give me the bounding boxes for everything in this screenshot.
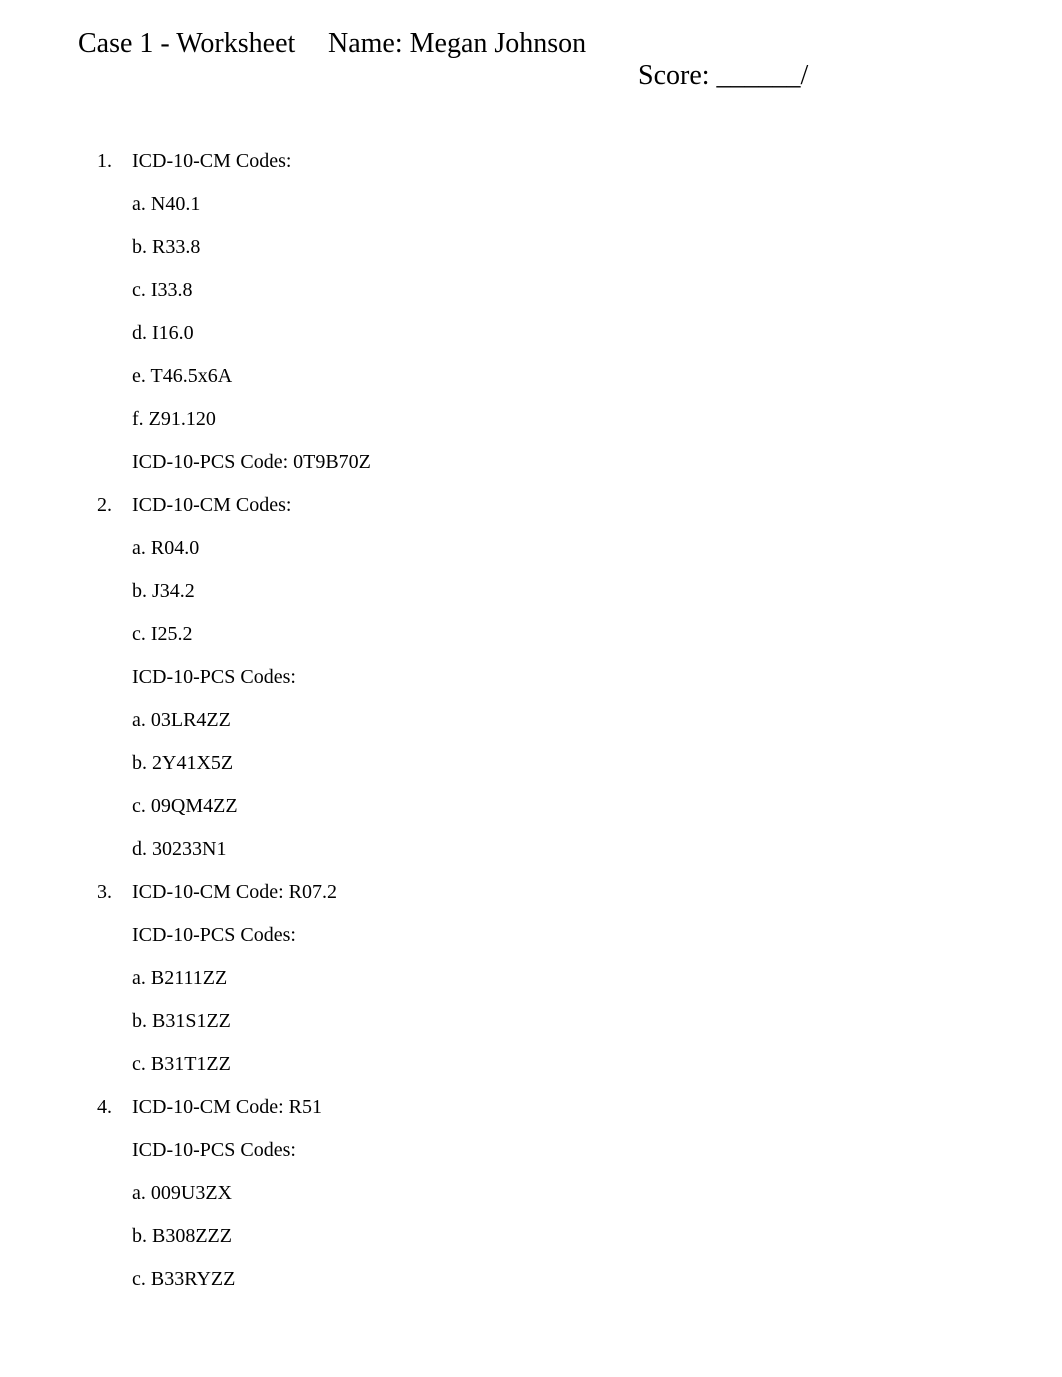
question-list: 1. ICD-10-CM Codes: a. N40.1 b. R33.8 c.… bbox=[78, 150, 1062, 1291]
list-item: ICD-10-PCS Code: 0T9B70Z bbox=[132, 451, 1062, 474]
list-item: b. B31S1ZZ bbox=[132, 1010, 1062, 1033]
list-item: b. J34.2 bbox=[132, 580, 1062, 603]
sub-list: ICD-10-PCS Codes: a. B2111ZZ b. B31S1ZZ … bbox=[78, 924, 1062, 1076]
question-1: 1. ICD-10-CM Codes: a. N40.1 b. R33.8 c.… bbox=[78, 150, 1062, 474]
list-item: a. 009U3ZX bbox=[132, 1182, 1062, 1205]
list-item: e. T46.5x6A bbox=[132, 365, 1062, 388]
list-item: d. I16.0 bbox=[132, 322, 1062, 345]
list-item: b. R33.8 bbox=[132, 236, 1062, 259]
list-item: a. 03LR4ZZ bbox=[132, 709, 1062, 732]
list-item: b. B308ZZZ bbox=[132, 1225, 1062, 1248]
question-3: 3. ICD-10-CM Code: R07.2 ICD-10-PCS Code… bbox=[78, 881, 1062, 1076]
list-item: ICD-10-PCS Codes: bbox=[132, 924, 1062, 947]
header-score-suffix: / bbox=[801, 60, 809, 91]
list-item: a. N40.1 bbox=[132, 193, 1062, 216]
list-item: d. 30233N1 bbox=[132, 838, 1062, 861]
question-label: ICD-10-CM Codes: bbox=[112, 150, 291, 173]
worksheet-header: Case 1 - Worksheet Name: Megan Johnson S… bbox=[78, 28, 1062, 124]
header-name-label: Name: bbox=[328, 28, 410, 59]
question-label: ICD-10-CM Codes: bbox=[112, 494, 291, 517]
question-label: ICD-10-CM Code: R51 bbox=[112, 1096, 322, 1119]
question-number: 2. bbox=[78, 494, 112, 517]
list-item: a. B2111ZZ bbox=[132, 967, 1062, 990]
question-4: 4. ICD-10-CM Code: R51 ICD-10-PCS Codes:… bbox=[78, 1096, 1062, 1291]
list-item: a. R04.0 bbox=[132, 537, 1062, 560]
header-score-blank: ______ bbox=[717, 60, 801, 91]
sub-list: a. N40.1 b. R33.8 c. I33.8 d. I16.0 e. T… bbox=[78, 193, 1062, 474]
sub-list: ICD-10-PCS Codes: a. 009U3ZX b. B308ZZZ … bbox=[78, 1139, 1062, 1291]
sub-list: a. R04.0 b. J34.2 c. I25.2 ICD-10-PCS Co… bbox=[78, 537, 1062, 861]
header-score: Score: ______/ bbox=[596, 28, 808, 124]
header-score-label: Score: bbox=[638, 60, 717, 91]
question-row: 3. ICD-10-CM Code: R07.2 bbox=[78, 881, 1062, 904]
question-label: ICD-10-CM Code: R07.2 bbox=[112, 881, 337, 904]
question-row: 2. ICD-10-CM Codes: bbox=[78, 494, 1062, 517]
list-item: c. I25.2 bbox=[132, 623, 1062, 646]
list-item: ICD-10-PCS Codes: bbox=[132, 666, 1062, 689]
header-name-value: Megan Johnson bbox=[410, 28, 587, 59]
worksheet-page: Case 1 - Worksheet Name: Megan Johnson S… bbox=[0, 0, 1062, 1291]
question-number: 3. bbox=[78, 881, 112, 904]
question-number: 1. bbox=[78, 150, 112, 173]
question-row: 4. ICD-10-CM Code: R51 bbox=[78, 1096, 1062, 1119]
list-item: ICD-10-PCS Codes: bbox=[132, 1139, 1062, 1162]
list-item: c. B31T1ZZ bbox=[132, 1053, 1062, 1076]
list-item: b. 2Y41X5Z bbox=[132, 752, 1062, 775]
list-item: c. B33RYZZ bbox=[132, 1268, 1062, 1291]
header-title: Case 1 - Worksheet bbox=[78, 28, 328, 60]
question-2: 2. ICD-10-CM Codes: a. R04.0 b. J34.2 c.… bbox=[78, 494, 1062, 861]
list-item: f. Z91.120 bbox=[132, 408, 1062, 431]
question-row: 1. ICD-10-CM Codes: bbox=[78, 150, 1062, 173]
list-item: c. I33.8 bbox=[132, 279, 1062, 302]
header-name: Name: Megan Johnson bbox=[328, 28, 596, 60]
list-item: c. 09QM4ZZ bbox=[132, 795, 1062, 818]
question-number: 4. bbox=[78, 1096, 112, 1119]
